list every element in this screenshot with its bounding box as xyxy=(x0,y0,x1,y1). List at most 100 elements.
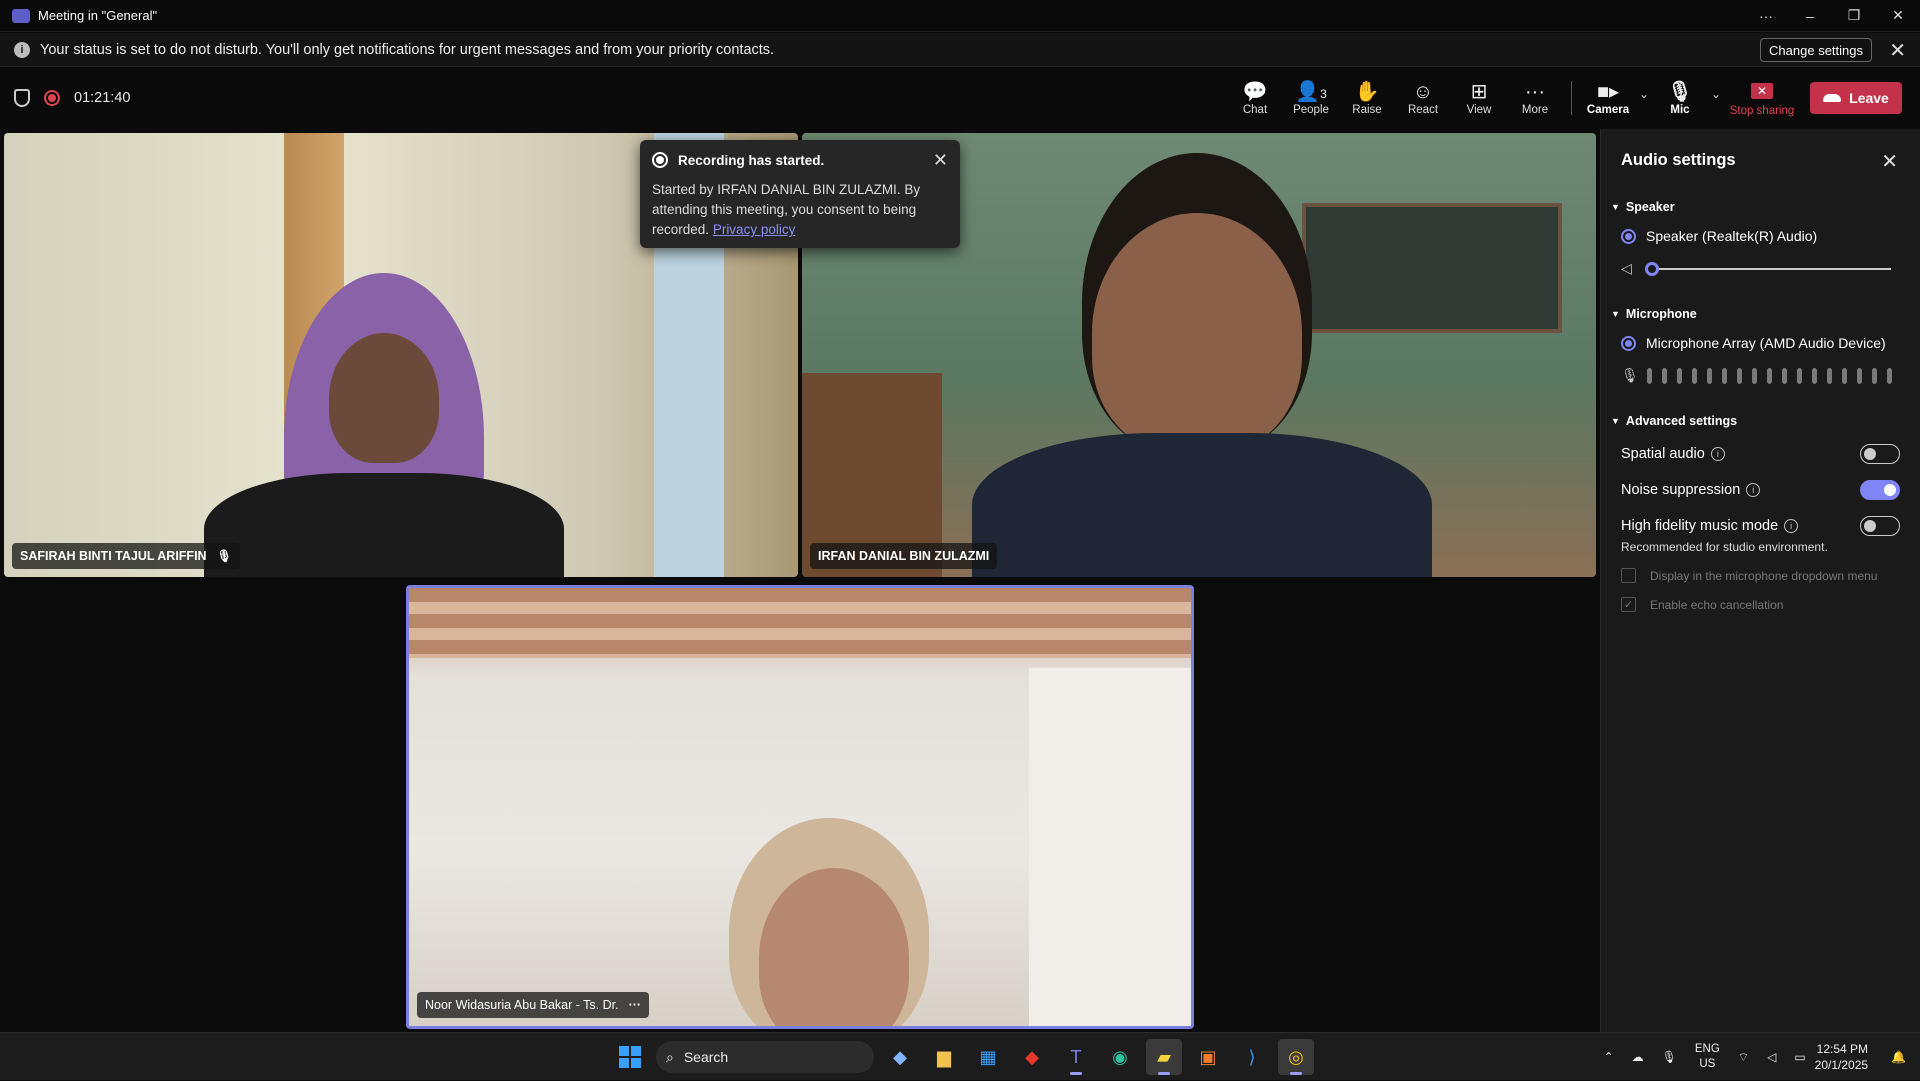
teams-icon xyxy=(12,8,30,23)
volume-icon[interactable]: ◁ xyxy=(1767,1050,1776,1064)
window-light xyxy=(1029,668,1191,1026)
restore-button[interactable]: ❐ xyxy=(1832,7,1876,24)
start-button[interactable] xyxy=(612,1039,648,1075)
app-red-diamond-icon[interactable]: ◆ xyxy=(1014,1039,1050,1075)
clock-time: 12:54 PM xyxy=(1816,1042,1869,1056)
checkbox-checked-icon: ✓ xyxy=(1621,597,1636,612)
speaker-device-option[interactable]: Speaker (Realtek(R) Audio) xyxy=(1621,228,1900,244)
copilot-icon[interactable]: ◆ xyxy=(882,1039,918,1075)
speaker-section-label: Speaker xyxy=(1625,200,1675,214)
microsoft-store-icon[interactable]: ▦ xyxy=(970,1039,1006,1075)
microphone-section-label: Microphone xyxy=(1625,307,1697,321)
stop-sharing-button[interactable]: ✕ Stop sharing xyxy=(1724,79,1800,117)
smiley-icon: ☺ xyxy=(1412,81,1434,103)
teams-taskbar-icon[interactable]: T xyxy=(1058,1039,1094,1075)
participant-body xyxy=(204,473,564,577)
taskbar-search[interactable]: ⌕ Search xyxy=(656,1041,874,1073)
notification-bell-icon[interactable]: 🔔 xyxy=(1891,1050,1906,1064)
participant-name-tag: IRFAN DANIAL BIN ZULAZMI xyxy=(810,543,998,569)
shield-icon xyxy=(14,89,30,107)
edge-icon[interactable]: ◉ xyxy=(1102,1039,1138,1075)
participant-face xyxy=(1092,213,1302,453)
info-icon[interactable]: i xyxy=(1710,447,1725,461)
info-icon[interactable]: i xyxy=(1784,519,1799,533)
react-label: React xyxy=(1407,104,1439,116)
advanced-section-header[interactable]: ▼ Advanced settings xyxy=(1611,414,1900,428)
microphone-device-option[interactable]: Microphone Array (AMD Audio Device) xyxy=(1621,335,1900,351)
noise-suppression-row: Noise suppression i xyxy=(1621,478,1900,502)
speaker-device-label: Speaker (Realtek(R) Audio) xyxy=(1646,228,1818,244)
window-controls: ··· – ❐ ✕ xyxy=(1744,7,1920,24)
close-window-button[interactable]: ✕ xyxy=(1876,7,1920,24)
slider-thumb[interactable] xyxy=(1645,261,1659,276)
react-button[interactable]: ☺ React xyxy=(1395,80,1451,116)
chevron-up-icon[interactable]: ⌃ xyxy=(1604,1050,1614,1064)
participant-tile-active-speaker[interactable]: Noor Widasuria Abu Bakar - Ts. Dr. ··· xyxy=(406,585,1194,1029)
wifi-icon[interactable]: ⌔ xyxy=(1738,1050,1749,1065)
file-explorer-icon[interactable]: ▆ xyxy=(926,1039,962,1075)
taskbar-apps: ⌕ Search ◆ ▆ ▦ ◆ T ◉ ▰ ▣ ⟩ ◎ xyxy=(612,1039,1314,1075)
onedrive-icon[interactable]: ☁ xyxy=(1632,1050,1644,1064)
minimize-button[interactable]: – xyxy=(1788,8,1832,24)
stop-share-icon: ✕ xyxy=(1751,83,1773,99)
microphone-device-label: Microphone Array (AMD Audio Device) xyxy=(1646,335,1886,351)
more-options-icon[interactable]: ··· xyxy=(1744,8,1788,24)
participant-body xyxy=(972,433,1432,577)
speaker-volume-slider[interactable] xyxy=(1645,261,1891,276)
speaker-section-header[interactable]: ▼ Speaker xyxy=(1611,200,1900,214)
battery-icon[interactable]: ▭ xyxy=(1794,1050,1805,1064)
chrome-icon[interactable]: ◎ xyxy=(1278,1039,1314,1075)
grid-view-icon: ⊞ xyxy=(1470,81,1488,103)
people-count: 3 xyxy=(1320,87,1327,101)
close-panel-button[interactable]: ✕ xyxy=(1881,149,1898,174)
privacy-policy-link[interactable]: Privacy policy xyxy=(713,222,796,237)
search-label: Search xyxy=(683,1049,729,1065)
view-button[interactable]: ⊞ View xyxy=(1451,80,1507,116)
vscode-icon[interactable]: ⟩ xyxy=(1234,1039,1270,1075)
info-icon[interactable]: i xyxy=(1746,483,1761,497)
hand-icon: ✋ xyxy=(1354,81,1380,103)
echo-cancellation-option: ✓ Enable echo cancellation xyxy=(1621,597,1900,612)
stop-sharing-label: Stop sharing xyxy=(1729,105,1795,117)
chat-button[interactable]: 💬 Chat xyxy=(1227,80,1283,116)
region-label: US xyxy=(1699,1058,1716,1070)
chat-label: Chat xyxy=(1242,104,1268,116)
caret-down-icon: ▼ xyxy=(1611,416,1620,426)
noise-suppression-label: Noise suppression xyxy=(1621,482,1741,498)
participant-name-tag: Noor Widasuria Abu Bakar - Ts. Dr. ··· xyxy=(417,992,650,1018)
people-button[interactable]: 👤3 People xyxy=(1283,80,1339,116)
mic-button[interactable]: 🎙 Mic xyxy=(1652,80,1708,116)
app-orange-icon[interactable]: ▣ xyxy=(1190,1039,1226,1075)
camera-options-chevron-icon[interactable]: ⌄ xyxy=(1636,87,1652,101)
echo-cancellation-label: Enable echo cancellation xyxy=(1650,597,1784,612)
camera-button[interactable]: ■▸ Camera xyxy=(1580,80,1636,116)
hifi-mode-toggle[interactable] xyxy=(1860,516,1900,536)
participant-name: IRFAN DANIAL BIN ZULAZMI xyxy=(818,549,990,563)
window-title: Meeting in "General" xyxy=(38,8,158,23)
mic-in-use-icon[interactable]: 🎙 xyxy=(1662,1050,1677,1064)
participant-options-icon[interactable]: ··· xyxy=(629,998,642,1012)
sticky-notes-icon[interactable]: ▰ xyxy=(1146,1039,1182,1075)
close-toast-button[interactable]: ✕ xyxy=(933,150,948,171)
mic-off-icon: 🎙 xyxy=(1667,81,1693,103)
language-indicator[interactable]: ENG US xyxy=(1695,1042,1720,1072)
toast-body: Started by IRFAN DANIAL BIN ZULAZMI. By … xyxy=(652,180,948,240)
more-button[interactable]: ··· More xyxy=(1507,80,1563,116)
clock[interactable]: 12:54 PM 20/1/2025 xyxy=(1815,1041,1868,1073)
toast-title: Recording has started. xyxy=(678,152,825,168)
spatial-audio-toggle[interactable] xyxy=(1860,444,1900,464)
leave-button[interactable]: Leave xyxy=(1810,82,1902,114)
mic-options-chevron-icon[interactable]: ⌄ xyxy=(1708,87,1724,101)
change-settings-button[interactable]: Change settings xyxy=(1760,38,1872,62)
view-label: View xyxy=(1466,104,1492,116)
checkbox-unchecked xyxy=(1621,568,1636,583)
participant-name: SAFIRAH BINTI TAJUL ARIFFIN xyxy=(20,549,207,563)
dismiss-dnd-button[interactable]: ✕ xyxy=(1889,38,1906,63)
raise-hand-button[interactable]: ✋ Raise xyxy=(1339,80,1395,116)
caret-down-icon: ▼ xyxy=(1611,202,1620,212)
noise-suppression-toggle[interactable] xyxy=(1860,480,1900,500)
speaker-icon: ◁ xyxy=(1621,260,1632,276)
microphone-section-header[interactable]: ▼ Microphone xyxy=(1611,307,1900,321)
clock-date: 20/1/2025 xyxy=(1814,1058,1869,1072)
windows-logo-icon xyxy=(619,1046,641,1068)
